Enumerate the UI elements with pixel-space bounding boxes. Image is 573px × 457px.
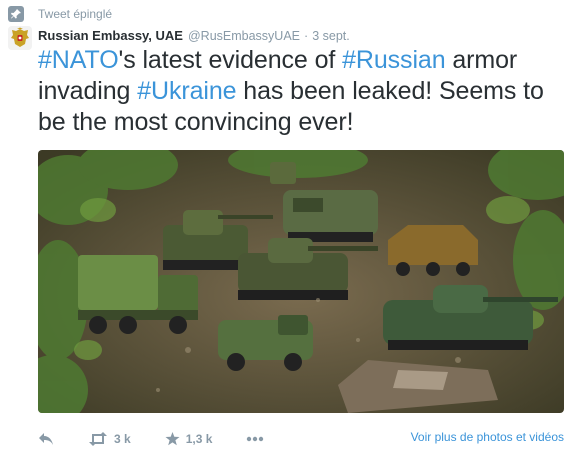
- more-button[interactable]: [246, 436, 264, 442]
- hashtag-link[interactable]: #Russian: [342, 46, 446, 74]
- pinned-indicator: Tweet épinglé: [8, 6, 112, 22]
- pin-icon: [8, 6, 24, 22]
- reply-icon: [39, 433, 53, 445]
- retweet-button[interactable]: 3 k: [88, 432, 131, 446]
- pinned-label: Tweet épinglé: [38, 7, 113, 21]
- retweet-count: 3 k: [114, 432, 131, 446]
- author-name[interactable]: Russian Embassy, UAE: [38, 28, 183, 43]
- retweet-icon: [89, 432, 107, 446]
- hashtag-link[interactable]: #Ukraine: [137, 77, 236, 105]
- more-icon: [247, 436, 264, 442]
- tweet-date[interactable]: 3 sept.: [312, 29, 350, 43]
- author-handle[interactable]: @RusEmbassyUAE: [188, 29, 300, 43]
- separator-dot: ·: [304, 29, 309, 43]
- more-photos-link[interactable]: Voir plus de photos et vidéos: [411, 430, 564, 444]
- tweet-text-segment: 's latest evidence of: [118, 46, 343, 74]
- tweet-header: Russian Embassy, UAE @RusEmbassyUAE · 3 …: [38, 28, 350, 46]
- star-icon: [165, 432, 180, 446]
- avatar[interactable]: [8, 26, 32, 50]
- hashtag-link[interactable]: #NATO: [38, 46, 119, 74]
- tweet-photo[interactable]: [38, 150, 564, 413]
- toy-military-vehicles-photo: [38, 150, 564, 413]
- reply-button[interactable]: [38, 432, 54, 446]
- favorite-button[interactable]: 1,3 k: [165, 432, 213, 446]
- coat-of-arms-avatar: [8, 26, 32, 50]
- tweet-text: #NATO's latest evidence of #Russian armo…: [38, 45, 568, 138]
- favorite-count: 1,3 k: [185, 432, 213, 446]
